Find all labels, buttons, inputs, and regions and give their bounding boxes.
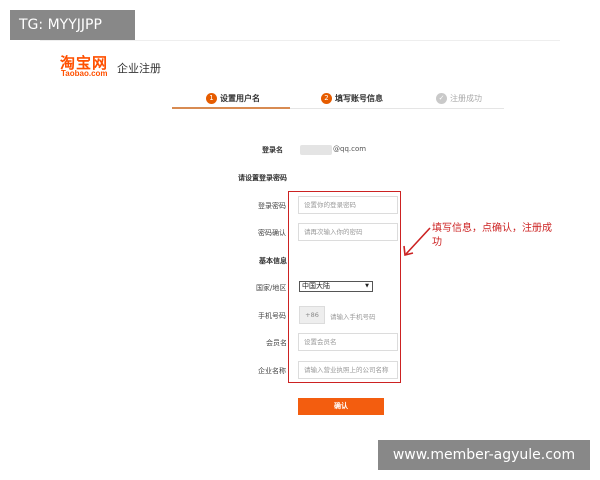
- step-fill-account-info: 2 填写账号信息: [321, 88, 383, 108]
- password-section-label: 请设置登录密码: [238, 174, 287, 182]
- annotation-arrow-icon: [403, 227, 431, 256]
- taobao-logo[interactable]: 淘宝网 Taobao.com: [60, 52, 115, 82]
- check-icon: ✓: [436, 92, 447, 104]
- confirm-button[interactable]: 确认: [298, 398, 384, 415]
- region-label: 国家/地区: [256, 284, 287, 292]
- company-name-label: 企业名称: [258, 367, 286, 375]
- page-subtitle: 企业注册: [117, 62, 161, 75]
- login-name-label: 登录名: [262, 146, 283, 154]
- member-name-label: 会员名: [266, 339, 287, 347]
- step-set-username: 1 设置用户名: [206, 88, 260, 108]
- logo-english-text: Taobao.com: [61, 69, 108, 78]
- step-label: 设置用户名: [220, 93, 260, 103]
- masked-email-prefix: [300, 145, 332, 155]
- step-label: 填写账号信息: [335, 93, 383, 103]
- phone-label: 手机号码: [258, 312, 286, 320]
- password-label: 登录密码: [258, 202, 286, 210]
- login-name-value: @qq.com: [333, 145, 367, 153]
- confirm-password-label: 密码确认: [258, 229, 286, 237]
- step-registration-success: ✓ 注册成功: [436, 88, 482, 108]
- watermark-top-left: TG: MYYJJPP: [10, 10, 135, 40]
- annotation-highlight-box: [288, 191, 401, 383]
- step-number-badge: 1: [206, 92, 217, 104]
- step-number-badge: 2: [321, 92, 332, 104]
- watermark-bottom-right: www.member-agyule.com: [378, 440, 590, 470]
- annotation-text: 填写信息，点确认，注册成功: [432, 223, 552, 248]
- basic-info-label: 基本信息: [259, 257, 287, 265]
- step-label: 注册成功: [450, 93, 482, 103]
- active-step-underline: [172, 107, 290, 109]
- registration-steps: 1 设置用户名 2 填写账号信息 ✓ 注册成功: [172, 88, 504, 109]
